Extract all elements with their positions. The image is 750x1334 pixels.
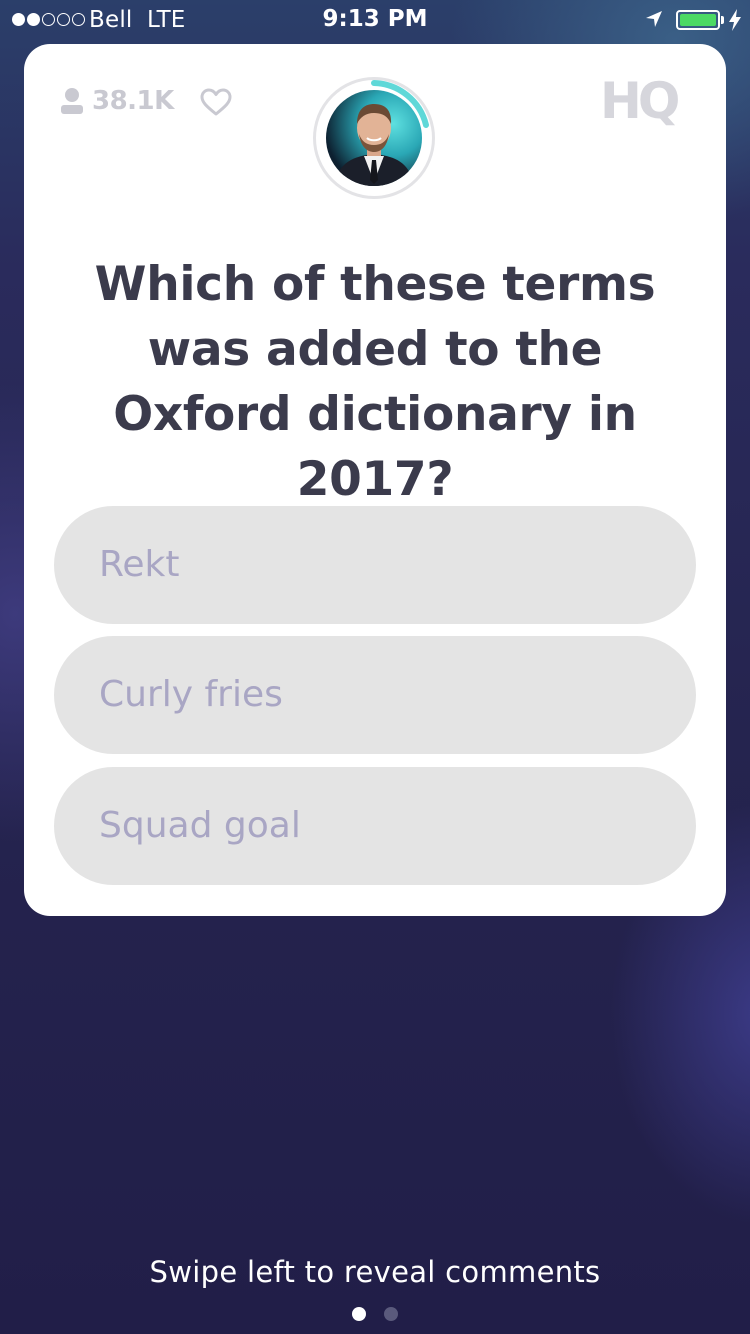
charging-bolt-icon — [729, 9, 741, 31]
host-portrait — [334, 104, 414, 186]
viewer-count-group: 38.1K — [60, 86, 174, 116]
battery-tip — [721, 16, 724, 24]
answer-option-1[interactable]: Rekt — [54, 506, 696, 624]
swipe-hint: Swipe left to reveal comments — [149, 1255, 601, 1289]
host-avatar — [326, 90, 422, 186]
status-bar: Bell LTE 9:13 PM — [0, 0, 750, 40]
page-dot-active[interactable] — [352, 1307, 366, 1321]
viewer-count: 38.1K — [92, 86, 174, 116]
answer-option-3[interactable]: Squad goal — [54, 767, 696, 885]
page-dot[interactable] — [384, 1307, 398, 1321]
question-card: 38.1K HQ Which of these terms was added … — [24, 44, 726, 916]
heart-icon[interactable] — [200, 88, 232, 116]
page-indicator[interactable] — [0, 1307, 750, 1321]
answer-option-2[interactable]: Curly fries — [54, 636, 696, 754]
status-time: 9:13 PM — [322, 6, 428, 32]
battery-icon — [676, 10, 720, 30]
battery-level — [680, 14, 716, 26]
user-icon — [61, 88, 83, 114]
hq-logo: HQ — [600, 74, 682, 126]
host-timer-ring — [313, 77, 435, 199]
location-arrow-icon — [646, 11, 662, 27]
question-text: Which of these terms was added to the Ox… — [94, 257, 656, 507]
svg-text:HQ: HQ — [600, 74, 678, 126]
